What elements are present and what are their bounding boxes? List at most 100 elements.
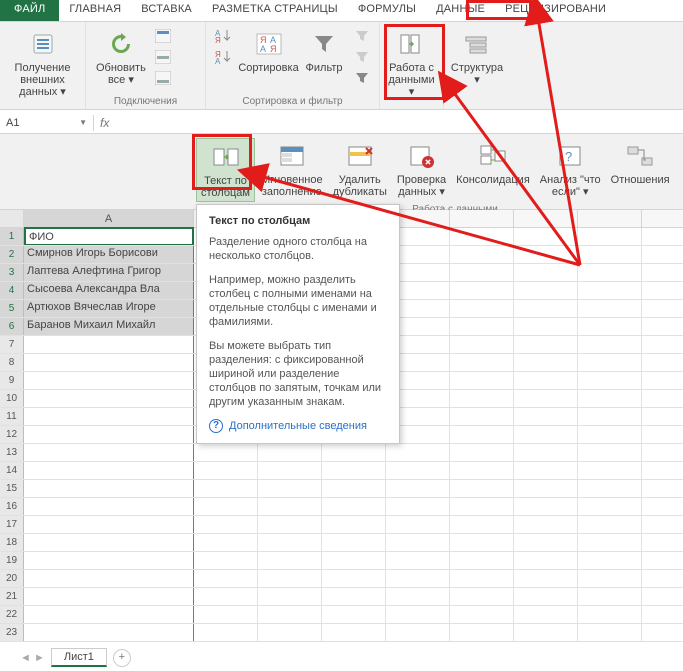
cell-a18[interactable] bbox=[24, 534, 194, 551]
cell[interactable] bbox=[578, 426, 642, 443]
properties-button[interactable] bbox=[152, 47, 174, 67]
row-header-12[interactable]: 12 bbox=[0, 426, 24, 443]
cell-a20[interactable] bbox=[24, 570, 194, 587]
cell[interactable] bbox=[578, 570, 642, 587]
cell[interactable] bbox=[450, 372, 514, 389]
cell[interactable] bbox=[450, 552, 514, 569]
row-header-9[interactable]: 9 bbox=[0, 372, 24, 389]
cell[interactable] bbox=[258, 480, 322, 497]
cell[interactable] bbox=[386, 444, 450, 461]
cell[interactable] bbox=[258, 588, 322, 605]
row-header-17[interactable]: 17 bbox=[0, 516, 24, 533]
cell[interactable] bbox=[386, 534, 450, 551]
what-if-button[interactable]: ? Анализ "что если" ▾ bbox=[536, 138, 605, 200]
cell[interactable] bbox=[578, 606, 642, 623]
cell[interactable] bbox=[514, 408, 578, 425]
row-header-15[interactable]: 15 bbox=[0, 480, 24, 497]
cell[interactable] bbox=[450, 480, 514, 497]
cell[interactable] bbox=[194, 516, 258, 533]
cell-a6[interactable]: Баранов Михаил Михайл bbox=[24, 318, 194, 335]
cell[interactable] bbox=[514, 624, 578, 641]
name-box[interactable]: A1 ▼ bbox=[0, 115, 94, 131]
sort-asc-button[interactable]: AЯ bbox=[212, 26, 234, 46]
cell[interactable] bbox=[322, 516, 386, 533]
cell[interactable] bbox=[578, 624, 642, 641]
row-header-13[interactable]: 13 bbox=[0, 444, 24, 461]
row-header-14[interactable]: 14 bbox=[0, 462, 24, 479]
sheet-add-button[interactable]: + bbox=[113, 649, 131, 667]
cell[interactable] bbox=[514, 390, 578, 407]
cell-a12[interactable] bbox=[24, 426, 194, 443]
row-header-7[interactable]: 7 bbox=[0, 336, 24, 353]
cell[interactable] bbox=[258, 462, 322, 479]
cell[interactable] bbox=[258, 516, 322, 533]
cell[interactable] bbox=[386, 552, 450, 569]
cell[interactable] bbox=[578, 246, 642, 263]
cell[interactable] bbox=[514, 246, 578, 263]
cell[interactable] bbox=[386, 570, 450, 587]
cell[interactable] bbox=[322, 570, 386, 587]
cell-a22[interactable] bbox=[24, 606, 194, 623]
cell[interactable] bbox=[578, 552, 642, 569]
cell[interactable] bbox=[450, 624, 514, 641]
sort-button[interactable]: ЯAAЯ Сортировка bbox=[240, 26, 297, 76]
tab-file[interactable]: ФАЙЛ bbox=[0, 0, 59, 21]
cell[interactable] bbox=[514, 318, 578, 335]
cell[interactable] bbox=[578, 228, 642, 245]
column-header-a[interactable]: A bbox=[24, 210, 194, 227]
cell[interactable] bbox=[386, 624, 450, 641]
tab-home[interactable]: ГЛАВНАЯ bbox=[59, 0, 131, 21]
cell[interactable] bbox=[578, 480, 642, 497]
refresh-all-button[interactable]: Обновить все ▾ bbox=[92, 26, 150, 88]
cell[interactable] bbox=[450, 246, 514, 263]
edit-links-button[interactable] bbox=[152, 68, 174, 88]
cell[interactable] bbox=[578, 390, 642, 407]
cell[interactable] bbox=[578, 498, 642, 515]
cell[interactable] bbox=[514, 534, 578, 551]
cell[interactable] bbox=[450, 516, 514, 533]
cell[interactable] bbox=[514, 336, 578, 353]
cell[interactable] bbox=[258, 534, 322, 551]
cell[interactable] bbox=[258, 624, 322, 641]
cell[interactable] bbox=[386, 606, 450, 623]
cell-a15[interactable] bbox=[24, 480, 194, 497]
cell[interactable] bbox=[322, 444, 386, 461]
reapply-button[interactable] bbox=[351, 47, 373, 67]
row-header-16[interactable]: 16 bbox=[0, 498, 24, 515]
cell[interactable] bbox=[258, 570, 322, 587]
cell[interactable] bbox=[194, 552, 258, 569]
row-header-11[interactable]: 11 bbox=[0, 408, 24, 425]
tab-formulas[interactable]: ФОРМУЛЫ bbox=[348, 0, 426, 21]
cell[interactable] bbox=[578, 282, 642, 299]
cell[interactable] bbox=[194, 444, 258, 461]
row-header-19[interactable]: 19 bbox=[0, 552, 24, 569]
cell-a21[interactable] bbox=[24, 588, 194, 605]
row-header-22[interactable]: 22 bbox=[0, 606, 24, 623]
cell-a7[interactable] bbox=[24, 336, 194, 353]
cell[interactable] bbox=[194, 480, 258, 497]
text-to-columns-button[interactable]: Текст по столбцам bbox=[196, 138, 255, 202]
cell-a23[interactable] bbox=[24, 624, 194, 641]
cell-a1[interactable]: ФИО bbox=[24, 227, 194, 245]
select-all-cell[interactable] bbox=[0, 210, 24, 227]
cell[interactable] bbox=[258, 606, 322, 623]
cell[interactable] bbox=[514, 516, 578, 533]
cell-a5[interactable]: Артюхов Вячеслав Игоре bbox=[24, 300, 194, 317]
cell[interactable] bbox=[386, 516, 450, 533]
row-header-20[interactable]: 20 bbox=[0, 570, 24, 587]
cell[interactable] bbox=[258, 552, 322, 569]
cell[interactable] bbox=[514, 498, 578, 515]
cell[interactable] bbox=[578, 444, 642, 461]
cell[interactable] bbox=[578, 354, 642, 371]
cell[interactable] bbox=[258, 498, 322, 515]
cell[interactable] bbox=[322, 624, 386, 641]
cell-a3[interactable]: Лаптева Алефтина Григор bbox=[24, 264, 194, 281]
cell[interactable] bbox=[514, 354, 578, 371]
cell[interactable] bbox=[450, 282, 514, 299]
cell[interactable] bbox=[450, 588, 514, 605]
filter-button[interactable]: Фильтр bbox=[299, 26, 349, 76]
cell[interactable] bbox=[194, 498, 258, 515]
cell[interactable] bbox=[450, 534, 514, 551]
relationships-button[interactable]: Отношения bbox=[607, 138, 674, 188]
cell[interactable] bbox=[450, 336, 514, 353]
